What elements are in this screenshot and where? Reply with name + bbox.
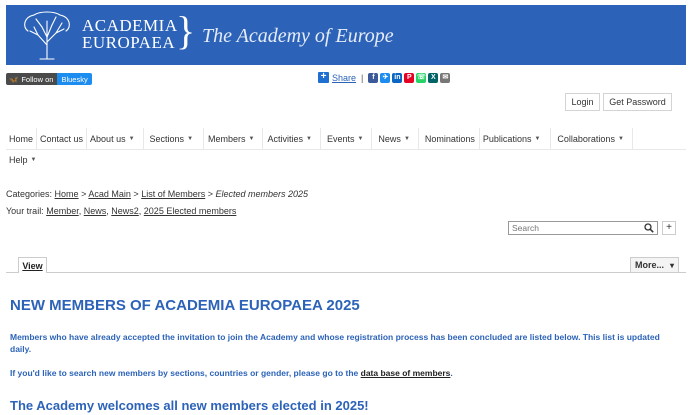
nav-members-label: Members	[208, 133, 246, 144]
whatsapp-icon[interactable]: ☏	[416, 72, 427, 83]
user-trail: Your trail: Member, News, News2, 2025 El…	[6, 206, 237, 216]
chevron-down-icon: ▾	[669, 260, 674, 270]
breadcrumb-acad-main-link[interactable]: Acad Main	[88, 189, 131, 199]
nav-row-2: Help ▼	[6, 150, 686, 170]
share-toolbar: + Share | f ✈ in P ☏ X ✉	[318, 72, 451, 83]
nav-collaborations-label: Collaborations	[557, 133, 615, 144]
add-button[interactable]: +	[662, 221, 676, 235]
breadcrumb: Categories: Home > Acad Main > List of M…	[6, 189, 308, 199]
trail-prefix: Your trail:	[6, 206, 44, 216]
chevron-down-icon: ▼	[357, 135, 364, 142]
logo-line-2: EUROPAEA	[82, 33, 176, 52]
breadcrumb-separator: >	[81, 189, 87, 199]
bluesky-follow-button[interactable]: 🦋 Follow on Bluesky	[6, 73, 92, 85]
xing-icon[interactable]: X	[428, 72, 439, 83]
bluesky-follow-left: 🦋 Follow on	[6, 73, 58, 85]
follow-label: Follow on	[21, 74, 54, 84]
breadcrumb-current: Elected members 2025	[215, 189, 309, 199]
nav-events[interactable]: Events ▼	[321, 127, 373, 150]
search-box	[508, 221, 658, 235]
trail-link-member[interactable]: Member	[46, 206, 79, 216]
nav-about[interactable]: About us ▼	[87, 127, 144, 150]
bluesky-icon[interactable]: ✈	[380, 72, 391, 83]
trail-link-news2[interactable]: News2	[111, 206, 139, 216]
more-dropdown[interactable]: More... ▾	[630, 257, 679, 273]
logo-line-1: ACADEMIA	[82, 16, 178, 35]
nav-nominations-label: Nominations	[424, 133, 475, 144]
email-icon[interactable]: ✉	[440, 72, 451, 83]
intro-paragraph: Members who have already accepted the in…	[10, 332, 660, 354]
share-separator: |	[361, 72, 364, 83]
nav-home[interactable]: Home	[6, 127, 38, 150]
tab-view[interactable]: View	[18, 257, 47, 273]
bluesky-name: Bluesky	[57, 73, 92, 85]
main-navigation: Home Contact us About us ▼ Sections ▼ Memb…	[6, 127, 686, 170]
search-hint-suffix: .	[450, 368, 453, 378]
chevron-down-icon: ▼	[248, 135, 255, 142]
tree-logo-icon[interactable]	[18, 9, 76, 61]
nav-activities[interactable]: Activities ▼	[263, 127, 321, 150]
search-hint-paragraph: If you'd like to search new members by s…	[10, 368, 453, 378]
academia-europaea-wordmark[interactable]: ACADEMIA EUROPAEA	[82, 17, 178, 51]
nav-sections[interactable]: Sections ▼	[144, 127, 205, 150]
login-button[interactable]: Login	[565, 93, 600, 111]
butterfly-icon: 🦋	[9, 74, 19, 84]
pinterest-icon[interactable]: P	[404, 72, 415, 83]
share-plus-icon[interactable]: +	[318, 72, 329, 83]
trail-link-elected-members[interactable]: 2025 Elected members	[144, 206, 237, 216]
chevron-down-icon: ▼	[617, 135, 624, 142]
chevron-down-icon: ▼	[306, 135, 312, 142]
nav-about-label: About us	[90, 133, 126, 144]
breadcrumb-separator: >	[207, 189, 213, 199]
search-hint-text: If you'd like to search new members by s…	[10, 368, 359, 378]
nav-activities-label: Activities	[267, 133, 303, 144]
search-icon[interactable]	[644, 223, 654, 233]
breadcrumb-prefix: Categories:	[6, 189, 53, 199]
search-input[interactable]	[509, 222, 639, 234]
nav-news-label: News	[378, 133, 401, 144]
breadcrumb-home-link[interactable]: Home	[55, 189, 79, 199]
nav-members[interactable]: Members ▼	[204, 127, 264, 150]
nav-sections-label: Sections	[149, 133, 185, 144]
facebook-icon[interactable]: f	[368, 72, 379, 83]
share-link[interactable]: Share	[332, 73, 356, 83]
nav-publications[interactable]: Publications ▼	[480, 127, 552, 150]
nav-contact-label: Contact us	[40, 133, 84, 144]
chevron-down-icon: ▼	[187, 135, 194, 142]
nav-home-label: Home	[9, 133, 34, 144]
nav-help-label: Help	[9, 155, 28, 165]
chevron-down-icon: ▼	[403, 135, 410, 142]
nav-events-label: Events	[326, 133, 355, 144]
trail-link-news[interactable]: News	[84, 206, 107, 216]
site-header-banner: ACADEMIA EUROPAEA } The Academy of Europ…	[6, 5, 686, 65]
chevron-down-icon: ▼	[30, 157, 37, 163]
page-title: NEW MEMBERS OF ACADEMIA EUROPAEA 2025	[10, 297, 360, 314]
share-icons: f ✈ in P ☏ X ✉	[368, 72, 451, 83]
get-password-button[interactable]: Get Password	[603, 93, 672, 111]
members-database-link[interactable]: data base of members	[361, 368, 451, 378]
nav-row-1: Home Contact us About us ▼ Sections ▼ Memb…	[6, 127, 686, 150]
breadcrumb-list-members-link[interactable]: List of Members	[141, 189, 205, 199]
linkedin-icon[interactable]: in	[392, 72, 403, 83]
logo-brace: }	[176, 8, 196, 53]
chevron-down-icon: ▼	[534, 135, 541, 142]
breadcrumb-separator: >	[133, 189, 139, 199]
tabs-divider	[6, 272, 686, 273]
nav-help[interactable]: Help ▼	[6, 150, 39, 170]
nav-contact[interactable]: Contact us	[37, 127, 88, 150]
nav-collaborations[interactable]: Collaborations ▼	[551, 127, 633, 150]
site-tagline: The Academy of Europe	[202, 25, 394, 47]
nav-news[interactable]: News ▼	[372, 127, 419, 150]
nav-nominations[interactable]: Nominations	[419, 127, 480, 150]
more-label: More...	[635, 260, 665, 270]
nav-publications-label: Publications	[482, 133, 532, 144]
welcome-heading: The Academy welcomes all new members ele…	[10, 398, 369, 413]
chevron-down-icon: ▼	[128, 135, 135, 142]
